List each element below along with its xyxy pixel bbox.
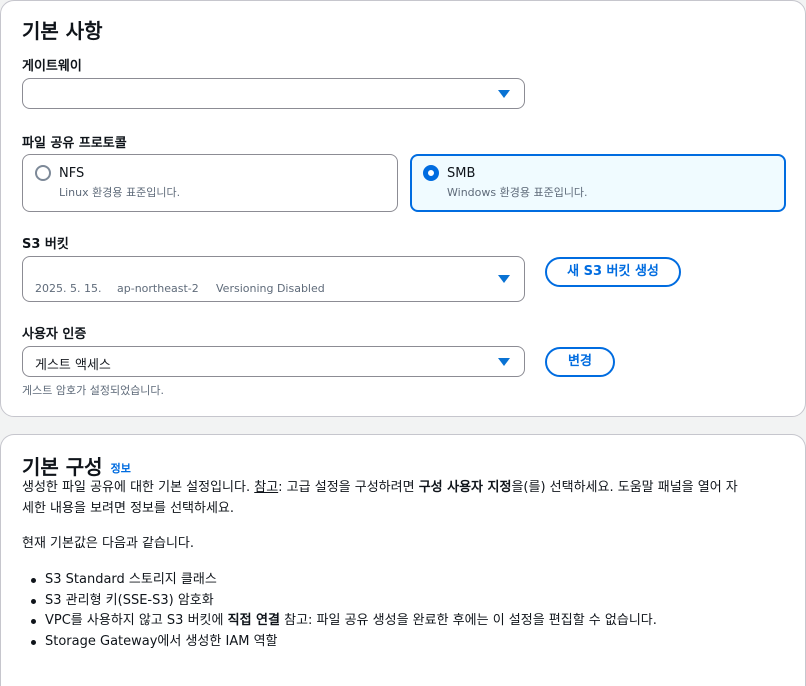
- list-item: S3 Standard 스토리지 클래스: [31, 570, 657, 591]
- desc-text: : 고급 설정을 구성하려면: [278, 480, 419, 495]
- nfs-title: NFS: [59, 166, 85, 181]
- basics-title: 기본 사항: [22, 19, 103, 43]
- bucket-versioning: Versioning Disabled: [216, 282, 325, 295]
- protocol-label: 파일 공유 프로토콜: [22, 136, 127, 151]
- defaults-intro: 현재 기본값은 다음과 같습니다.: [22, 536, 195, 551]
- bucket-region: ap-northeast-2: [117, 282, 199, 295]
- info-link[interactable]: 정보: [111, 462, 131, 475]
- vpc-note: 참고: 파일 공유 생성을 완료한 후에는 이 설정을 편집할 수 없습니다.: [279, 613, 657, 628]
- config-title: 기본 구성: [22, 455, 103, 479]
- bucket-label: S3 버킷: [22, 237, 69, 252]
- nfs-description: Linux 환경용 표준입니다.: [59, 186, 181, 199]
- auth-select[interactable]: 게스트 액세스: [22, 346, 525, 377]
- config-title-row: 기본 구성 정보: [22, 451, 131, 480]
- customize-config-emphasis: 구성 사용자 지정: [418, 480, 512, 495]
- chevron-down-icon: [498, 275, 510, 283]
- auth-value: 게스트 액세스: [35, 358, 111, 373]
- config-description: 생성한 파일 공유에 대한 기본 설정입니다. 참고: 고급 설정을 구성하려면…: [22, 477, 738, 519]
- radio-selected-icon[interactable]: [423, 165, 439, 181]
- chevron-down-icon: [498, 358, 510, 366]
- gateway-select[interactable]: [22, 78, 525, 109]
- protocol-option-smb[interactable]: SMB Windows 환경용 표준입니다.: [410, 154, 786, 212]
- auth-hint: 게스트 암호가 설정되었습니다.: [22, 384, 165, 397]
- defaults-list: S3 Standard 스토리지 클래스 S3 관리형 키(SSE-S3) 암호…: [31, 570, 657, 653]
- config-panel: 기본 구성 정보 생성한 파일 공유에 대한 기본 설정입니다. 참고: 고급 설…: [0, 434, 806, 686]
- direct-connect-emphasis: 직접 연결: [227, 613, 280, 628]
- desc-text: 세한 내용을 보려면 정보를 선택하세요.: [22, 501, 235, 516]
- vpc-text: VPC를 사용하지 않고 S3 버킷에: [45, 613, 228, 628]
- desc-text: 생성한 파일 공유에 대한 기본 설정입니다.: [22, 480, 255, 495]
- note-label: 참고: [254, 480, 279, 495]
- gateway-label: 게이트웨이: [22, 59, 82, 74]
- smb-title: SMB: [447, 166, 476, 181]
- create-bucket-button[interactable]: 새 S3 버킷 생성: [545, 257, 681, 287]
- desc-text: 을(를) 선택하세요. 도움말 패널을 열어 자: [511, 480, 738, 495]
- list-item: S3 관리형 키(SSE-S3) 암호화: [31, 591, 657, 612]
- chevron-down-icon: [498, 90, 510, 98]
- list-item: VPC를 사용하지 않고 S3 버킷에 직접 연결 참고: 파일 공유 생성을 …: [31, 611, 657, 632]
- radio-unselected-icon[interactable]: [35, 165, 51, 181]
- protocol-option-nfs[interactable]: NFS Linux 환경용 표준입니다.: [22, 154, 398, 212]
- auth-label: 사용자 인증: [22, 327, 87, 342]
- bucket-creation-date: 2025. 5. 15.: [35, 282, 102, 295]
- basics-panel: 기본 사항 게이트웨이 파일 공유 프로토콜 NFS Linux 환경용 표준입…: [0, 0, 806, 417]
- list-item: Storage Gateway에서 생성한 IAM 역할: [31, 632, 657, 653]
- smb-description: Windows 환경용 표준입니다.: [447, 186, 588, 199]
- bucket-select[interactable]: 2025. 5. 15. ap-northeast-2 Versioning D…: [22, 256, 525, 302]
- change-auth-button[interactable]: 변경: [545, 347, 615, 377]
